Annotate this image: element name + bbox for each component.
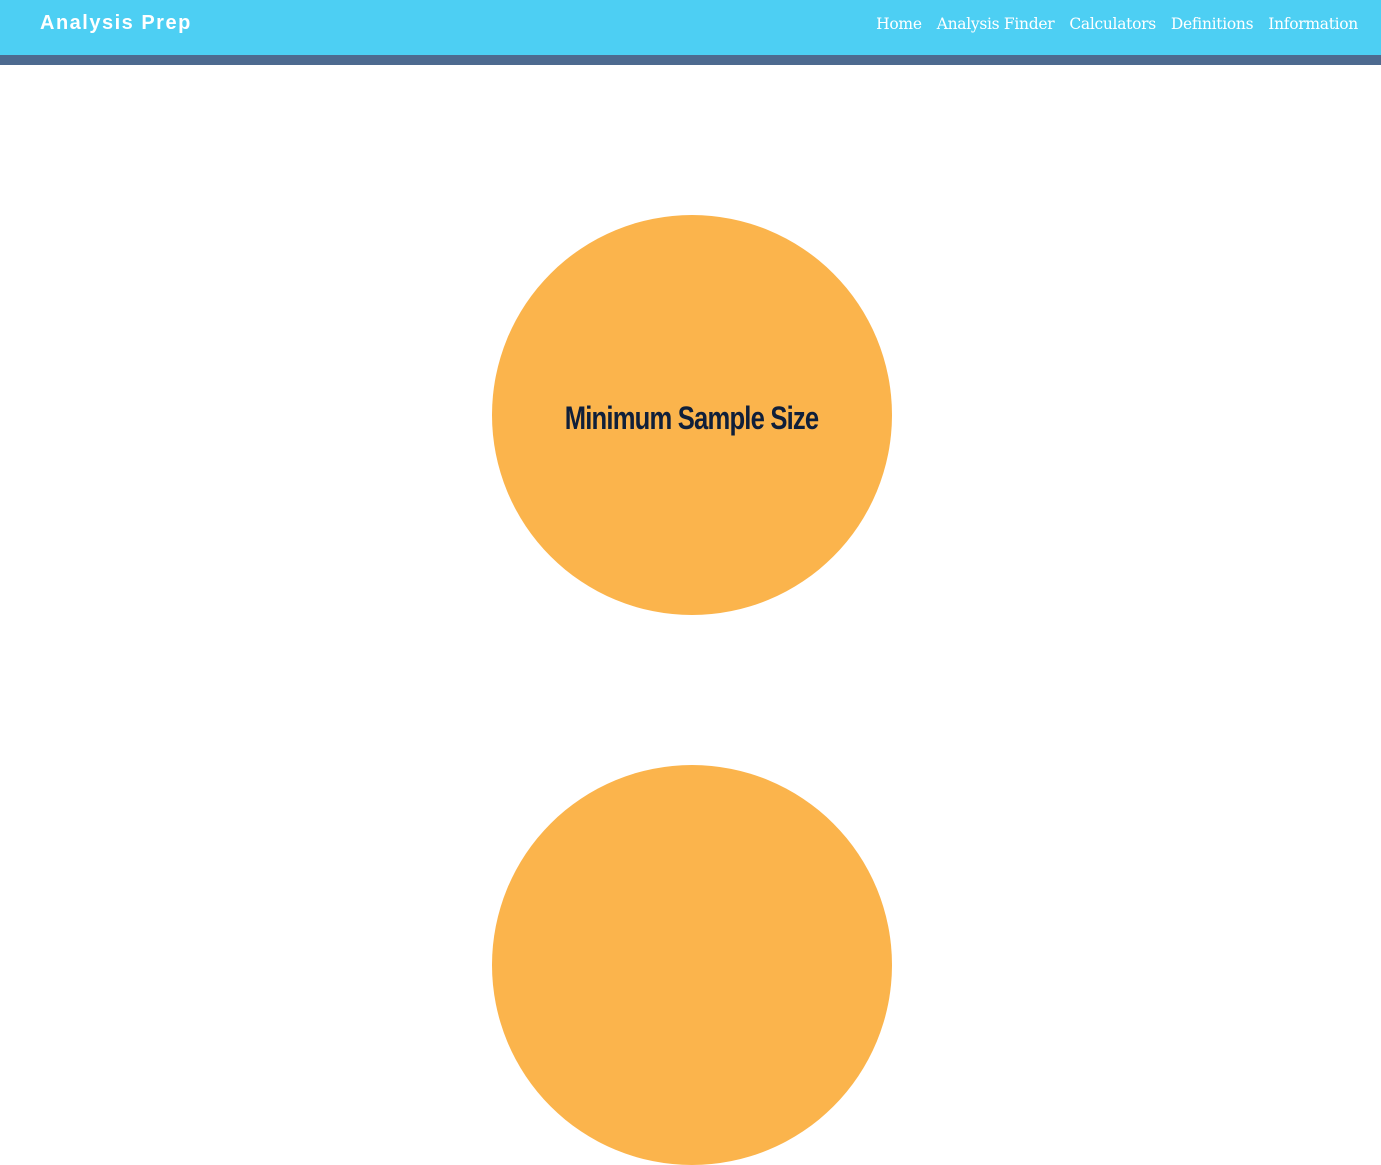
nav-link-calculators[interactable]: Calculators (1069, 15, 1156, 33)
minimum-sample-size-button[interactable]: Minimum Sample Size (492, 215, 892, 615)
top-navbar: Analysis Prep Home Analysis Finder Calcu… (0, 0, 1381, 55)
header-stripe (0, 55, 1381, 65)
nav-link-definitions[interactable]: Definitions (1171, 15, 1254, 33)
nav-link-analysis-finder[interactable]: Analysis Finder (937, 15, 1055, 33)
nav-links: Home Analysis Finder Calculators Definit… (876, 15, 1358, 33)
second-calculator-button[interactable] (492, 765, 892, 1165)
brand-logo[interactable]: Analysis Prep (40, 12, 192, 35)
nav-link-home[interactable]: Home (876, 15, 922, 33)
nav-link-information[interactable]: Information (1268, 15, 1358, 33)
circle-label: Minimum Sample Size (565, 399, 819, 436)
